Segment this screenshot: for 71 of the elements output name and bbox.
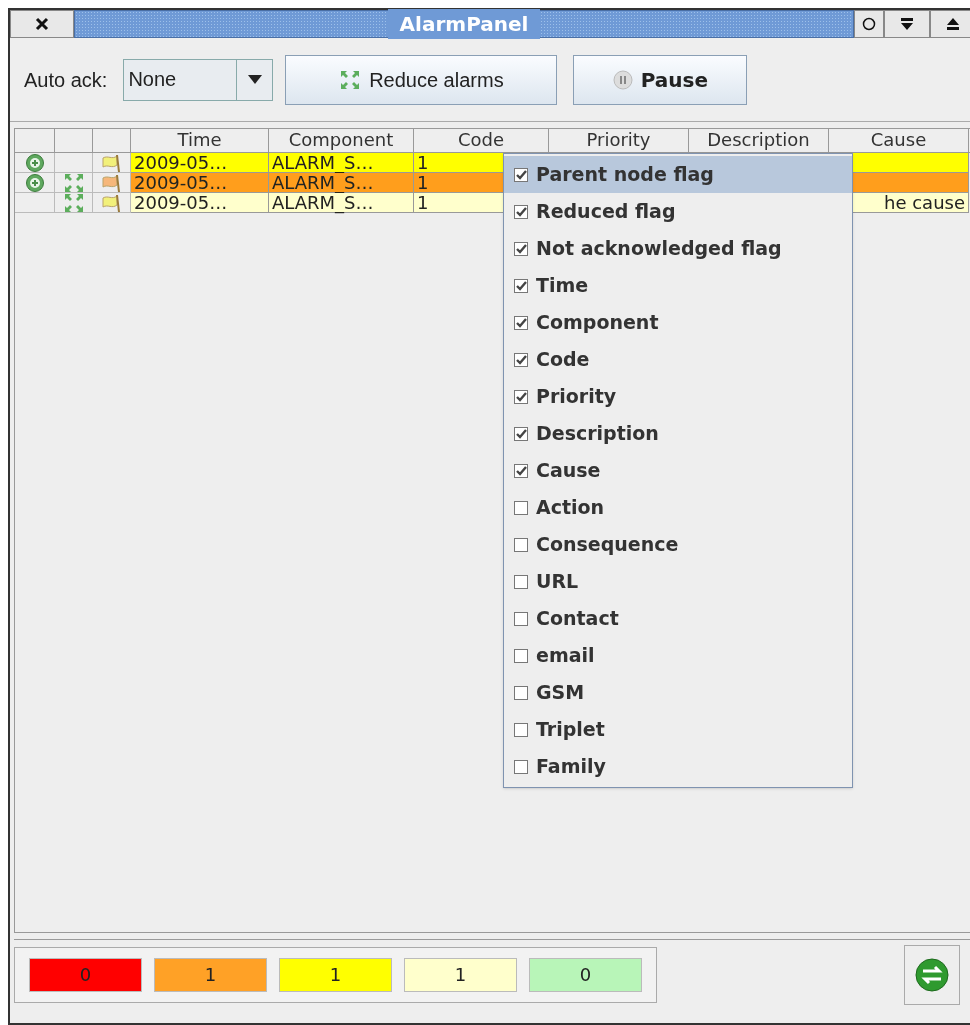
table-cell: 2009-05…	[131, 153, 269, 173]
column-header[interactable]: Priority	[549, 129, 689, 152]
auto-ack-label: Auto ack:	[24, 67, 108, 93]
menu-item[interactable]: Consequence	[504, 526, 852, 563]
iconify-button[interactable]	[854, 10, 884, 38]
column-header[interactable]: Code	[414, 129, 549, 152]
priority-counter: 0	[529, 957, 642, 992]
table-cell: 2009-05…	[131, 173, 269, 193]
column-header[interactable]: Description	[689, 129, 829, 152]
checkbox[interactable]	[514, 500, 528, 515]
menu-item[interactable]: Code	[504, 341, 852, 378]
menu-item[interactable]: Description	[504, 415, 852, 452]
checkbox[interactable]	[514, 685, 528, 700]
circle-icon	[862, 17, 876, 31]
table-cell: 2009-05…	[131, 193, 269, 213]
window-title: AlarmPanel	[387, 9, 541, 39]
priority-counter: 0	[29, 957, 142, 992]
reduce-alarms-button[interactable]: Reduce alarms	[285, 54, 558, 105]
menu-item[interactable]: email	[504, 637, 852, 674]
checkbox[interactable]	[514, 278, 528, 293]
close-button[interactable]	[10, 10, 74, 38]
auto-ack-dropdown[interactable]: None	[123, 58, 274, 101]
dropdown-arrow-icon	[247, 75, 262, 84]
checkbox[interactable]	[514, 463, 528, 478]
swap-arrows-icon	[915, 957, 949, 992]
menu-item[interactable]: Triplet	[504, 711, 852, 748]
table-cell: ALARM_S…	[269, 173, 414, 193]
menu-item[interactable]: Time	[504, 267, 852, 304]
four-arrows-icon	[339, 68, 362, 91]
column-header[interactable]: Component	[269, 129, 414, 152]
maximize-button[interactable]	[930, 10, 970, 38]
checkbox[interactable]	[514, 537, 528, 552]
priority-counter: 1	[154, 957, 267, 992]
menu-item[interactable]: Parent node flag	[504, 156, 852, 193]
menu-item[interactable]: Family	[504, 748, 852, 785]
checkbox[interactable]	[514, 241, 528, 256]
checkbox[interactable]	[514, 722, 528, 737]
checkbox[interactable]	[514, 759, 528, 774]
priority-counter: 1	[279, 957, 392, 992]
minimize-button[interactable]	[884, 10, 930, 38]
checkbox[interactable]	[514, 352, 528, 367]
checkbox[interactable]	[514, 426, 528, 441]
checkbox[interactable]	[514, 167, 528, 182]
pause-button[interactable]: Pause	[573, 54, 748, 105]
checkbox[interactable]	[514, 204, 528, 219]
pause-icon	[612, 69, 633, 90]
menu-item[interactable]: Component	[504, 304, 852, 341]
menu-item[interactable]: URL	[504, 563, 852, 600]
four-arrows-icon	[62, 191, 85, 214]
column-header[interactable]: Cause	[829, 129, 969, 152]
menu-item[interactable]: Contact	[504, 600, 852, 637]
menu-item[interactable]: Not acknowledged flag	[504, 230, 852, 267]
swap-button[interactable]	[904, 944, 960, 1005]
checkbox[interactable]	[514, 315, 528, 330]
eject-icon	[946, 17, 960, 31]
checkbox[interactable]	[514, 389, 528, 404]
column-header[interactable]: Time	[131, 129, 269, 152]
plus-circle-icon	[25, 173, 44, 192]
four-arrows-icon	[62, 171, 85, 194]
menu-item[interactable]: Action	[504, 489, 852, 526]
menu-item[interactable]: Cause	[504, 452, 852, 489]
menu-item[interactable]: Priority	[504, 378, 852, 415]
menu-item[interactable]: GSM	[504, 674, 852, 711]
table-cell: ALARM_S…	[269, 153, 414, 173]
table-cell: ALARM_S…	[269, 193, 414, 213]
checkbox[interactable]	[514, 611, 528, 626]
close-icon	[35, 17, 49, 31]
down-triangle-icon	[900, 17, 914, 31]
checkbox[interactable]	[514, 574, 528, 589]
checkbox[interactable]	[514, 648, 528, 663]
priority-counter: 1	[404, 957, 517, 992]
